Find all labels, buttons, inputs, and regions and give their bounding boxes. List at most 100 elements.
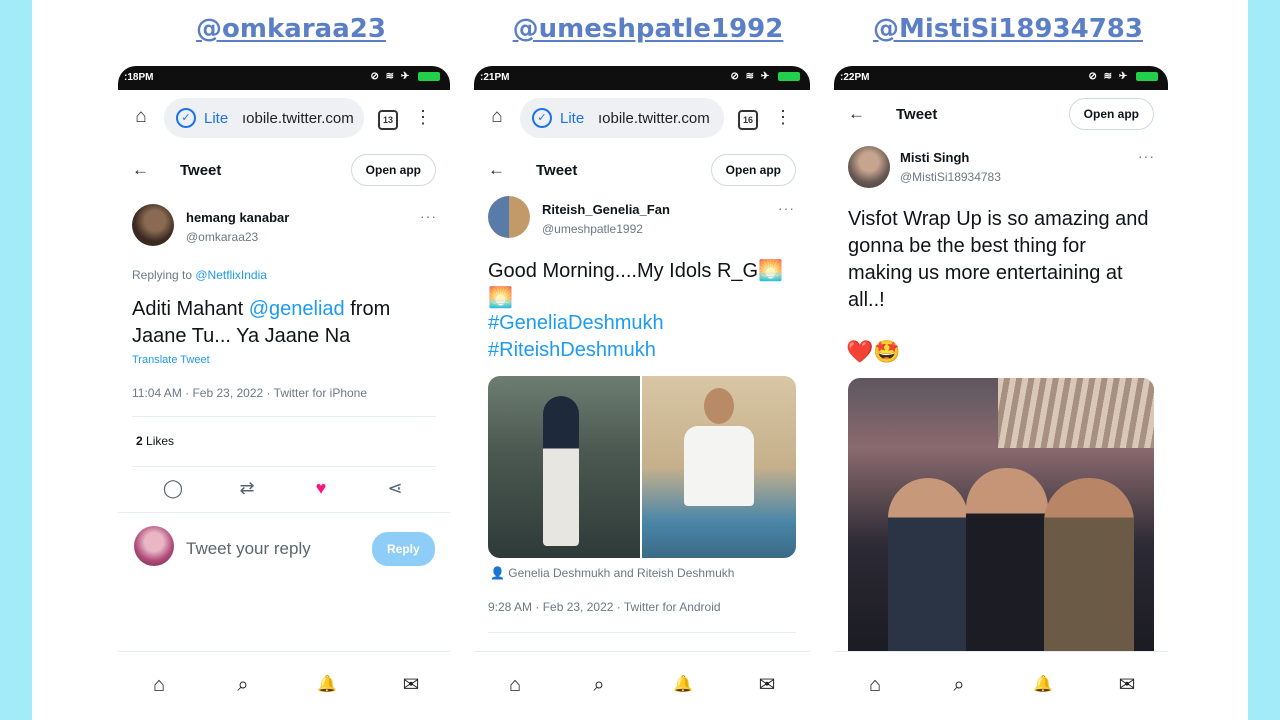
url-text: ıobile.twitter.com (598, 110, 710, 127)
home-nav-icon[interactable]: ⌂ (862, 672, 888, 698)
tweet-photo-right[interactable] (642, 376, 796, 558)
tweet-text-line1: Good Morning....My Idols R_G🌅 (488, 260, 784, 282)
tweet-text: Good Morning....My Idols R_G🌅 🌅 (488, 258, 798, 312)
photo-figure (684, 426, 754, 506)
photo-figure (966, 468, 1048, 658)
battery-icon (778, 71, 800, 81)
photo-face (704, 388, 734, 424)
back-arrow-icon[interactable]: ← (848, 104, 865, 124)
more-options-icon[interactable]: ··· (778, 200, 795, 216)
tweet-header: ← Tweet Open app (834, 92, 1168, 138)
replying-to: Replying to @NetflixIndia (132, 268, 267, 282)
tweet-title: Tweet (180, 162, 222, 179)
photo-figure (543, 396, 579, 546)
divider (118, 512, 450, 513)
lite-icon: ✓ (532, 108, 552, 128)
panel3-handle-heading: @MistiSi18934783 (873, 14, 1143, 44)
author-avatar[interactable] (848, 146, 890, 188)
panel1-handle-heading: @omkaraa23 (196, 14, 386, 44)
mention-link[interactable]: @geneliad (249, 298, 345, 320)
url-bar[interactable]: ✓ Lite ıobile.twitter.com (164, 98, 364, 138)
photo-tags-text: Genelia Deshmukh and Riteish Deshmukh (508, 566, 735, 580)
tweet-photo-left[interactable] (488, 376, 640, 558)
messages-nav-icon[interactable]: ✉ (398, 672, 424, 698)
messages-nav-icon[interactable]: ✉ (754, 672, 780, 698)
author-handle[interactable]: @MistiSi18934783 (900, 170, 1001, 184)
more-options-icon[interactable]: ··· (1138, 148, 1155, 164)
browser-toolbar: ⌂ ✓ Lite ıobile.twitter.com 16 ⋮ (474, 90, 810, 149)
more-options-icon[interactable]: ··· (420, 208, 437, 224)
tabs-count-button[interactable]: 13 (378, 110, 398, 130)
author-handle[interactable]: @umeshpatle1992 (542, 222, 643, 236)
home-icon[interactable]: ⌂ (130, 106, 152, 128)
search-nav-icon[interactable]: ⌕ (230, 672, 256, 698)
tweet-text: Visfot Wrap Up is so amazing and gonna b… (848, 208, 1149, 311)
open-app-button[interactable]: Open app (350, 154, 436, 186)
author-handle[interactable]: @omkaraa23 (186, 230, 258, 244)
share-icon[interactable]: ⋖ (384, 478, 406, 499)
back-arrow-icon[interactable]: ← (132, 160, 149, 180)
author-avatar[interactable] (488, 196, 530, 238)
browser-menu-icon[interactable]: ⋮ (774, 104, 792, 130)
url-text: ıobile.twitter.com (242, 110, 354, 127)
translate-tweet-link[interactable]: Translate Tweet (132, 354, 210, 366)
bottom-nav: ⌂ ⌕ 🔔 ✉ (834, 651, 1168, 720)
tweet-title: Tweet (536, 162, 578, 179)
tweet-text-part1: Aditi Mahant (132, 298, 249, 320)
status-time: :18PM (124, 72, 154, 83)
notifications-nav-icon[interactable]: 🔔 (314, 672, 340, 698)
photo-ceiling (998, 378, 1154, 448)
tweet-text: Aditi Mahant @geneliad from Jaane Tu... … (132, 296, 432, 350)
lite-label: Lite (560, 110, 585, 127)
hashtag-link[interactable]: #RiteishDeshmukh (488, 339, 656, 362)
hashtag-link[interactable]: #GeneliaDeshmukh (488, 312, 664, 335)
reply-input[interactable]: Tweet your reply (186, 539, 311, 559)
replying-target-link[interactable]: @NetflixIndia (195, 268, 267, 282)
divider (132, 466, 436, 467)
tweet-photo[interactable] (848, 378, 1154, 658)
notifications-nav-icon[interactable]: 🔔 (670, 672, 696, 698)
tweet-text-line2: 🌅 (488, 287, 513, 309)
notifications-nav-icon[interactable]: 🔔 (1030, 672, 1056, 698)
author-name[interactable]: hemang kanabar (186, 210, 289, 225)
tweet-meta: 11:04 AM · Feb 23, 2022 · Twitter for iP… (132, 386, 368, 400)
status-bar: :21PM ⊘ ≋ ✈ (474, 66, 810, 90)
battery-icon (418, 71, 440, 81)
messages-nav-icon[interactable]: ✉ (1114, 672, 1140, 698)
divider (132, 416, 436, 417)
panel3-phone: :22PM ⊘ ≋ ✈ ← Tweet Open app Misti Singh… (834, 66, 1168, 720)
home-nav-icon[interactable]: ⌂ (146, 672, 172, 698)
author-name[interactable]: Misti Singh (900, 150, 969, 165)
bottom-nav: ⌂ ⌕ 🔔 ✉ (474, 651, 810, 720)
photo-figure (888, 478, 968, 658)
tabs-count-button[interactable]: 16 (738, 110, 758, 130)
retweet-icon[interactable]: ⇄ (236, 478, 258, 499)
status-icons: ⊘ ≋ ✈ (1089, 71, 1158, 82)
browser-menu-icon[interactable]: ⋮ (414, 104, 432, 130)
search-nav-icon[interactable]: ⌕ (946, 672, 972, 698)
tweet-meta: 9:28 AM · Feb 23, 2022 · Twitter for And… (488, 600, 721, 614)
back-arrow-icon[interactable]: ← (488, 160, 505, 180)
search-nav-icon[interactable]: ⌕ (586, 672, 612, 698)
like-icon[interactable]: ♥ (310, 478, 332, 499)
home-nav-icon[interactable]: ⌂ (502, 672, 528, 698)
url-bar[interactable]: ✓ Lite ıobile.twitter.com (520, 98, 724, 138)
reply-button[interactable]: Reply (372, 532, 435, 566)
reply-icon[interactable]: ◯ (162, 478, 184, 499)
status-time: :22PM (840, 72, 870, 83)
status-bar: :22PM ⊘ ≋ ✈ (834, 66, 1168, 90)
likes-number: 2 (136, 434, 143, 448)
status-icons: ⊘ ≋ ✈ (731, 71, 800, 82)
home-icon[interactable]: ⌂ (486, 106, 508, 128)
browser-toolbar: ⌂ ✓ Lite ıobile.twitter.com 13 ⋮ (118, 90, 450, 149)
open-app-button[interactable]: Open app (1068, 98, 1154, 130)
lite-label: Lite (204, 110, 229, 127)
photo-tags[interactable]: 👤 Genelia Deshmukh and Riteish Deshmukh (490, 566, 734, 580)
likes-count[interactable]: 2 Likes (136, 434, 174, 448)
person-icon: 👤 (490, 566, 505, 580)
open-app-button[interactable]: Open app (710, 154, 796, 186)
author-name[interactable]: Riteish_Genelia_Fan (542, 202, 670, 217)
battery-icon (1136, 71, 1158, 81)
author-avatar[interactable] (132, 204, 174, 246)
emoji-line: ❤️🤩 (846, 339, 901, 364)
